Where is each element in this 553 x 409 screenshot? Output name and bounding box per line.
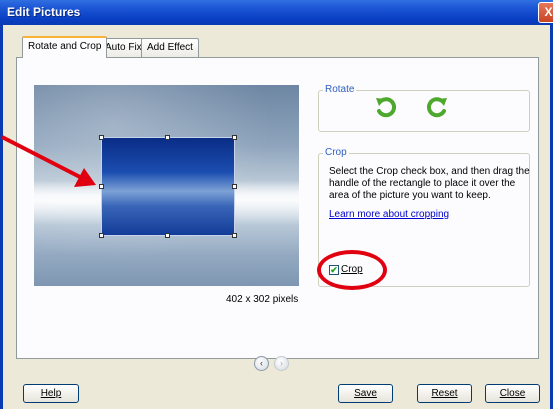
crop-group-title: Crop xyxy=(323,147,349,158)
learn-more-link[interactable]: Learn more about cropping xyxy=(329,209,449,220)
annotation-arrow xyxy=(1,135,96,187)
tab-label: Auto Fix xyxy=(105,42,142,53)
crop-handle-right[interactable] xyxy=(232,184,237,189)
window-title: Edit Pictures xyxy=(7,5,81,19)
crop-handle-bottom-left[interactable] xyxy=(99,233,104,238)
title-bar: Edit Pictures xyxy=(0,0,553,25)
close-button[interactable]: Close xyxy=(485,384,540,403)
previous-picture-button[interactable]: ‹ xyxy=(254,356,269,371)
rotate-right-icon[interactable] xyxy=(424,95,450,121)
help-button-label: Help xyxy=(40,388,62,399)
highlight-circle xyxy=(317,250,387,290)
next-picture-button[interactable]: › xyxy=(274,356,289,371)
save-button[interactable]: Save xyxy=(338,384,393,403)
tab-label: Add Effect xyxy=(147,42,193,53)
crop-handle-bottom-right[interactable] xyxy=(232,233,237,238)
close-button-label: Close xyxy=(499,388,526,399)
crop-handle-bottom[interactable] xyxy=(165,233,170,238)
tab-rotate-and-crop[interactable]: Rotate and Crop xyxy=(22,36,108,58)
window-close-button[interactable]: X xyxy=(538,2,553,23)
picture-dimensions: 402 x 302 pixels xyxy=(226,294,299,305)
crop-instructions: Select the Crop check box, and then drag… xyxy=(329,166,530,201)
crop-handle-top-right[interactable] xyxy=(232,135,237,140)
save-button-label: Save xyxy=(354,388,377,399)
tab-add-effect[interactable]: Add Effect xyxy=(141,38,199,57)
crop-rectangle[interactable] xyxy=(101,137,235,236)
rotate-group-title: Rotate xyxy=(323,84,357,95)
rotate-left-icon[interactable] xyxy=(373,95,399,121)
tab-label: Rotate and Crop xyxy=(28,41,102,52)
crop-handle-top[interactable] xyxy=(165,135,170,140)
help-button[interactable]: Help xyxy=(23,384,79,403)
reset-button[interactable]: Reset xyxy=(417,384,472,403)
reset-button-label: Reset xyxy=(431,388,458,399)
